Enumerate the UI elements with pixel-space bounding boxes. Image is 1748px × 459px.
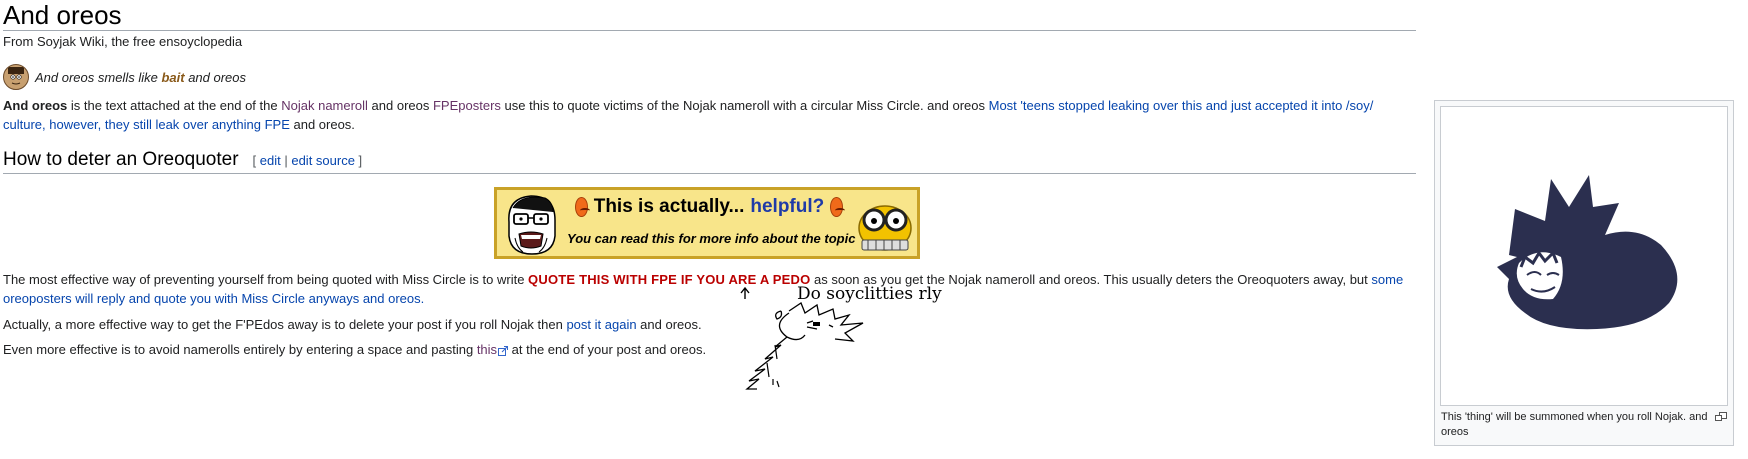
orange-face-icon [830, 197, 845, 217]
external-link-icon [498, 345, 509, 356]
body-paragraph-1: The most effective way of preventing you… [3, 272, 1404, 306]
section-title: How to deter an Oreoquoter [3, 149, 239, 170]
handwriting-text: Do soyclitties rly [797, 285, 942, 304]
banner-headline-b: helpful? [750, 196, 825, 217]
banner-subline: You can read this for more info about th… [567, 231, 856, 246]
intro-bold-term: And oreos [3, 98, 68, 113]
handdrawn-sketch: Do soyclitties rly [729, 284, 969, 428]
edit-link[interactable]: edit [260, 153, 281, 168]
infobox-caption: This 'thing' will be summoned when you r… [1441, 411, 1708, 438]
banner-headline-a: This is actually... [593, 196, 745, 217]
page-tagline: From Soyjak Wiki, the free ensoyclopedia [3, 34, 243, 49]
hatnote: And oreos smells like bait and oreos [3, 64, 246, 90]
body-paragraph-3: Even more effective is to avoid nameroll… [3, 342, 707, 357]
helpful-banner: This is actually... helpful? You can read… [494, 187, 920, 259]
wojak-face-icon [3, 64, 29, 90]
hatnote-text: And oreos smells like bait and oreos [35, 69, 247, 85]
fpeposters-link[interactable]: FPEposters [433, 98, 501, 113]
section-heading: How to deter an Oreoquoter [ edit | edit… [3, 149, 1416, 174]
nojak-nameroll-link[interactable]: Nojak nameroll [281, 98, 368, 113]
post-it-again-link[interactable]: post it again [566, 317, 636, 332]
intro-paragraph: And oreos is the text attached at the en… [3, 98, 1374, 132]
page-title: And oreos [3, 0, 1416, 31]
edit-source-link[interactable]: edit source [291, 153, 355, 168]
infobox: This 'thing' will be summoned when you r… [1434, 100, 1734, 446]
bait-text: bait [161, 69, 185, 85]
enlarge-icon[interactable] [1715, 412, 1727, 421]
edit-section-links: [ edit | edit source ] [252, 153, 363, 168]
soyjak-face-icon [501, 192, 563, 259]
orange-face-icon [575, 197, 590, 217]
banner-headline: This is actually... helpful? [569, 196, 849, 218]
body-paragraph-2: Actually, a more effective way to get th… [3, 317, 702, 332]
this-external-link[interactable]: this [477, 342, 497, 357]
nojak-image[interactable] [1440, 106, 1728, 406]
goggles-face-icon [856, 198, 914, 257]
